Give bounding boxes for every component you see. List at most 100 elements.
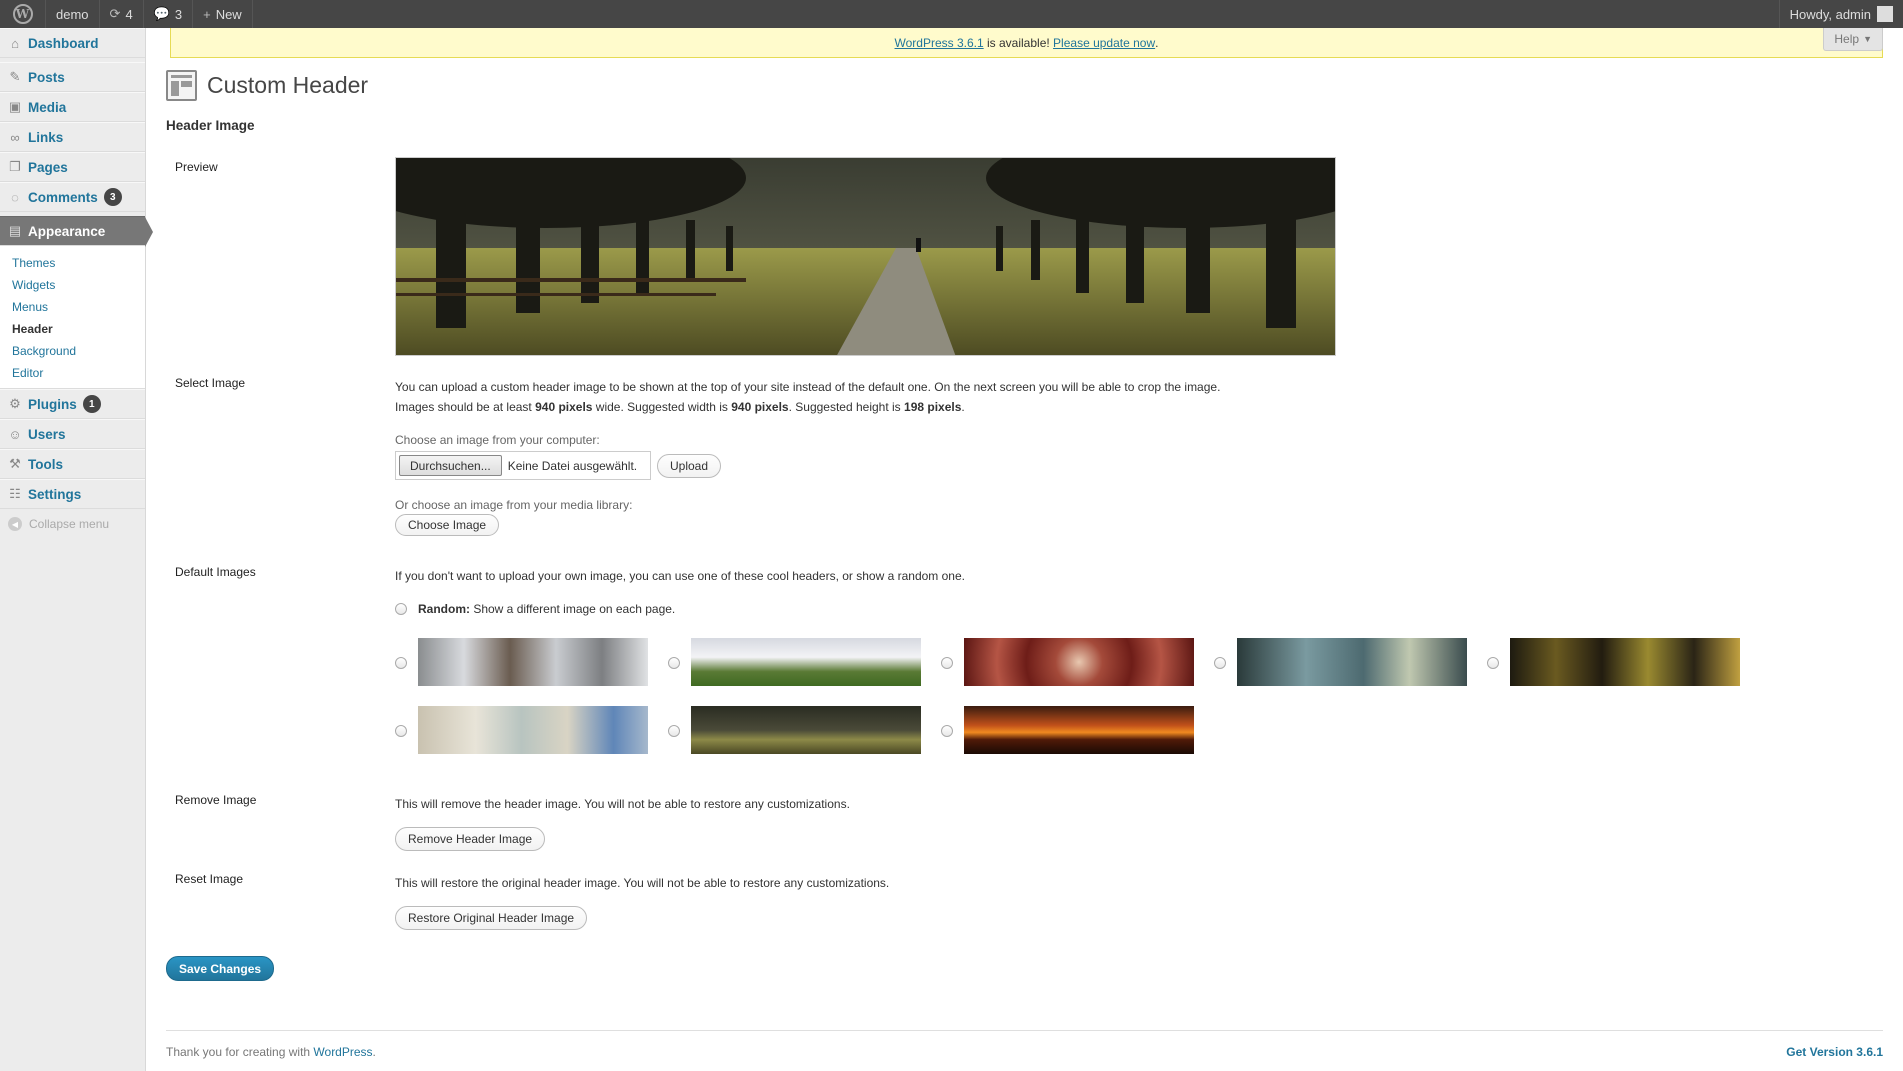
comments-link[interactable]: 💬 3 — [144, 0, 194, 28]
upload-button[interactable]: Upload — [657, 454, 722, 478]
submenu-themes[interactable]: Themes — [0, 252, 145, 274]
header-thumb-forest-floor[interactable] — [1510, 638, 1740, 686]
menu-settings[interactable]: ☷ Settings — [0, 479, 145, 509]
size-hint: Images should be at least 940 pixels wid… — [395, 400, 965, 414]
choose-computer-label: Choose an image from your computer: — [395, 433, 600, 447]
hint-text: Images should be at least — [395, 400, 536, 414]
header-preview-image — [395, 157, 1336, 356]
comment-bubble-icon: 💬 — [153, 6, 170, 21]
menu-label: Posts — [28, 69, 65, 85]
get-version-link[interactable]: Get Version 3.6.1 — [1786, 1045, 1883, 1059]
header-radio-2[interactable] — [668, 657, 680, 669]
updates-link[interactable]: ⟳ 4 — [100, 0, 144, 28]
random-radio[interactable] — [395, 603, 407, 615]
submenu-header[interactable]: Header — [0, 318, 145, 340]
menu-label: Pages — [28, 159, 68, 175]
header-radio-4[interactable] — [1214, 657, 1226, 669]
header-thumb-cherry-blossoms[interactable] — [691, 638, 921, 686]
submenu-widgets[interactable]: Widgets — [0, 274, 145, 296]
random-option-label: Random: Show a different image on each p… — [418, 602, 675, 616]
restore-original-header-button[interactable]: Restore Original Header Image — [395, 906, 588, 930]
header-thumb-sunset[interactable] — [964, 706, 1194, 754]
preview-label: Preview — [175, 160, 218, 174]
dashboard-icon: ⌂ — [11, 35, 19, 51]
help-label: Help — [1834, 32, 1860, 46]
reset-description: This will restore the original header im… — [395, 876, 890, 890]
submenu-editor[interactable]: Editor — [0, 362, 145, 384]
wordpress-link[interactable]: WordPress — [313, 1045, 372, 1059]
random-text: Show a different image on each page. — [470, 602, 676, 616]
tools-icon: ⚒ — [9, 456, 21, 471]
choose-library-label: Or choose an image from your media libra… — [395, 498, 633, 512]
collapse-menu-button[interactable]: ◀ Collapse menu — [0, 509, 145, 531]
menu-posts[interactable]: ✎ Posts — [0, 62, 145, 92]
pages-icon: ❐ — [9, 159, 21, 174]
header-thumb-concave[interactable] — [964, 638, 1194, 686]
choose-image-button[interactable]: Choose Image — [395, 514, 500, 536]
dropdown-arrow-icon: ▼ — [1863, 34, 1872, 44]
pin-icon: ✎ — [9, 69, 21, 84]
remove-header-image-button[interactable]: Remove Header Image — [395, 827, 546, 851]
version-link[interactable]: WordPress 3.6.1 — [895, 36, 984, 50]
menu-appearance[interactable]: ▤ Appearance — [0, 216, 153, 247]
menu-media[interactable]: ▣ Media — [0, 92, 145, 122]
select-description: You can upload a custom header image to … — [395, 380, 1221, 394]
submenu-background[interactable]: Background — [0, 340, 145, 362]
save-changes-button[interactable]: Save Changes — [166, 956, 275, 981]
wordpress-logo-icon[interactable]: W — [0, 0, 46, 28]
browse-button[interactable]: Durchsuchen... — [399, 455, 502, 476]
header-thumb-fern[interactable] — [1237, 638, 1467, 686]
header-radio-7[interactable] — [668, 725, 680, 737]
random-bold: Random: — [418, 602, 470, 616]
default-images-label: Default Images — [175, 565, 256, 579]
header-thumb-inkwell[interactable] — [418, 706, 648, 754]
submenu-menus[interactable]: Menus — [0, 296, 145, 318]
admin-bar: W demo ⟳ 4 💬 3 + New Howdy, admin — [0, 0, 1903, 28]
media-icon: ▣ — [8, 99, 22, 114]
hint-bold: 198 pixels — [904, 400, 962, 414]
menu-links[interactable]: ∞ Links — [0, 122, 145, 152]
footer-divider — [166, 1030, 1883, 1031]
file-input[interactable]: Durchsuchen... Keine Datei ausgewählt. — [395, 451, 651, 480]
menu-pages[interactable]: ❐ Pages — [0, 152, 145, 182]
settings-icon: ☷ — [9, 486, 21, 501]
header-radio-6[interactable] — [395, 725, 407, 737]
menu-label: Settings — [28, 486, 82, 502]
appearance-submenu: Themes Widgets Menus Header Background E… — [0, 246, 145, 389]
tree-lined-road-image — [396, 158, 1335, 355]
menu-users[interactable]: ☺ Users — [0, 419, 145, 449]
menu-label: Comments — [28, 189, 98, 205]
header-thumb-path[interactable] — [691, 706, 921, 754]
menu-label: Media — [28, 99, 67, 115]
menu-dashboard[interactable]: ⌂ Dashboard — [0, 28, 145, 58]
select-image-label: Select Image — [175, 376, 246, 390]
comments-count: 3 — [174, 6, 183, 22]
file-status: Keine Datei ausgewählt. — [507, 458, 638, 473]
header-thumb-birches[interactable] — [418, 638, 648, 686]
reset-image-label: Reset Image — [175, 872, 244, 886]
plus-icon: + — [203, 6, 211, 22]
header-radio-5[interactable] — [1487, 657, 1499, 669]
menu-label: Plugins — [28, 396, 77, 412]
update-now-link[interactable]: Please update now — [1053, 36, 1155, 50]
page-header: Custom Header — [166, 70, 368, 101]
collapse-label: Collapse menu — [29, 517, 110, 531]
header-radio-3[interactable] — [941, 657, 953, 669]
header-radio-8[interactable] — [941, 725, 953, 737]
menu-tools[interactable]: ⚒ Tools — [0, 449, 145, 479]
footer-text: Thank you for creating with — [166, 1045, 314, 1059]
new-content-link[interactable]: + New — [193, 0, 253, 28]
refresh-icon: ⟳ — [109, 6, 121, 21]
account-menu[interactable]: Howdy, admin — [1778, 0, 1903, 28]
menu-plugins[interactable]: ⚙ Plugins 1 — [0, 389, 145, 419]
site-name-link[interactable]: demo — [46, 0, 100, 28]
menu-comments[interactable]: ◌ Comments 3 — [0, 182, 145, 212]
comments-badge: 3 — [103, 188, 122, 206]
plugin-icon: ⚙ — [9, 396, 21, 411]
page-title: Custom Header — [207, 72, 369, 98]
updates-count: 4 — [125, 6, 133, 22]
menu-label: Links — [28, 129, 64, 145]
help-tab[interactable]: Help ▼ — [1823, 28, 1883, 51]
header-radio-1[interactable] — [395, 657, 407, 669]
menu-label: Dashboard — [28, 35, 99, 51]
